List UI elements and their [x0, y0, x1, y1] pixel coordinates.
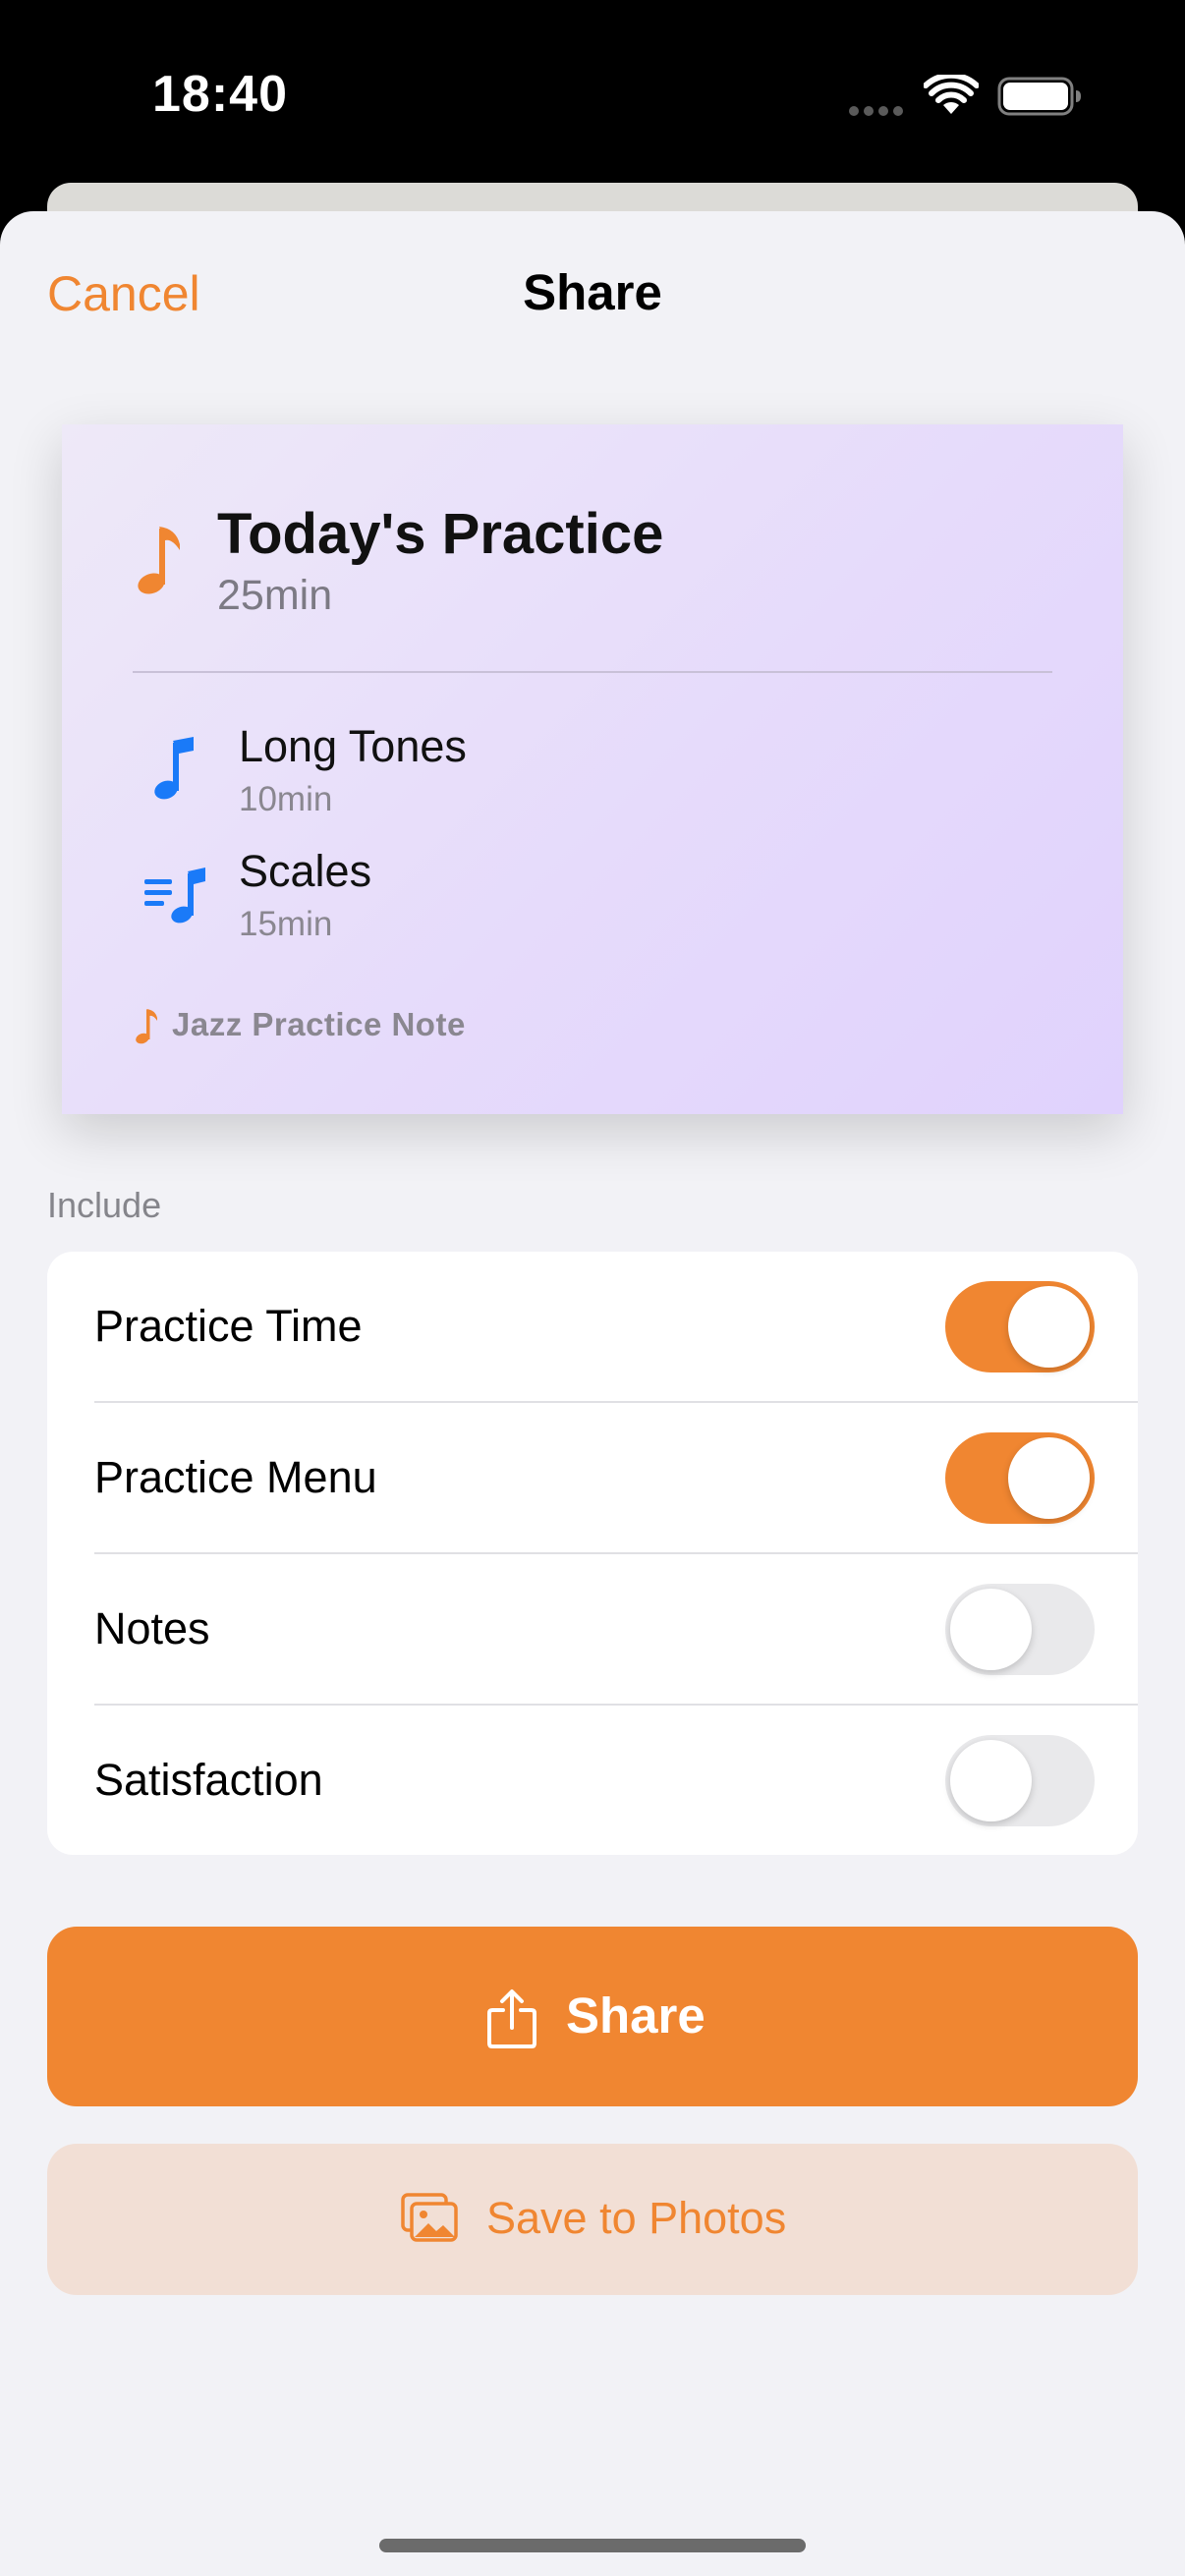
music-note-icon — [154, 737, 194, 800]
sheet-title: Share — [523, 264, 662, 320]
menu-item-duration: 15min — [239, 905, 333, 943]
home-indicator — [379, 2539, 806, 2552]
toggle-knob — [950, 1740, 1032, 1821]
menu-item-name: Scales — [239, 846, 372, 896]
status-bar: 18:40 — [0, 0, 1185, 187]
option-label: Satisfaction — [94, 1755, 323, 1805]
share-preview-card: Today's Practice 25min Long Tones 10min … — [62, 424, 1123, 1114]
satisfaction-toggle[interactable] — [945, 1735, 1095, 1826]
save-to-photos-button[interactable]: Save to Photos — [47, 2144, 1138, 2295]
notes-toggle[interactable] — [945, 1584, 1095, 1675]
battery-icon — [997, 77, 1081, 116]
toggle-knob — [1008, 1437, 1090, 1519]
share-button[interactable]: Share — [47, 1927, 1138, 2106]
option-label: Practice Time — [94, 1301, 363, 1351]
option-label: Practice Menu — [94, 1452, 377, 1502]
option-label: Notes — [94, 1603, 210, 1653]
preview-menu-item: Scales 15min — [62, 846, 1123, 954]
include-section-label: Include — [47, 1185, 162, 1225]
menu-item-name: Long Tones — [239, 721, 467, 771]
menu-item-duration: 10min — [239, 780, 333, 818]
toggle-knob — [950, 1589, 1032, 1670]
wifi-icon — [924, 75, 979, 114]
music-note-list-icon — [144, 868, 205, 924]
preview-total-duration: 25min — [217, 572, 333, 619]
share-icon — [487, 1989, 536, 2048]
preview-divider — [133, 671, 1052, 673]
music-note-icon — [138, 527, 180, 594]
photos-icon — [401, 2193, 458, 2242]
cellular-signal-icon — [849, 103, 908, 116]
toggle-knob — [1008, 1286, 1090, 1368]
music-note-icon — [136, 1009, 157, 1044]
practice-time-toggle[interactable] — [945, 1281, 1095, 1372]
status-time: 18:40 — [152, 66, 288, 123]
preview-menu-item: Long Tones 10min — [62, 721, 1123, 829]
option-row-satisfaction: Satisfaction — [47, 1706, 1138, 1855]
include-options: Practice Time Practice Menu Notes Satisf… — [47, 1252, 1138, 1855]
practice-menu-toggle[interactable] — [945, 1432, 1095, 1524]
option-row-notes: Notes — [47, 1554, 1138, 1706]
option-row-practice-time: Practice Time — [47, 1252, 1138, 1403]
option-row-practice-menu: Practice Menu — [47, 1403, 1138, 1554]
preview-footer: Jazz Practice Note — [172, 1006, 466, 1042]
share-button-label: Share — [566, 1988, 705, 2044]
preview-title: Today's Practice — [217, 502, 664, 566]
save-to-photos-label: Save to Photos — [486, 2193, 787, 2243]
